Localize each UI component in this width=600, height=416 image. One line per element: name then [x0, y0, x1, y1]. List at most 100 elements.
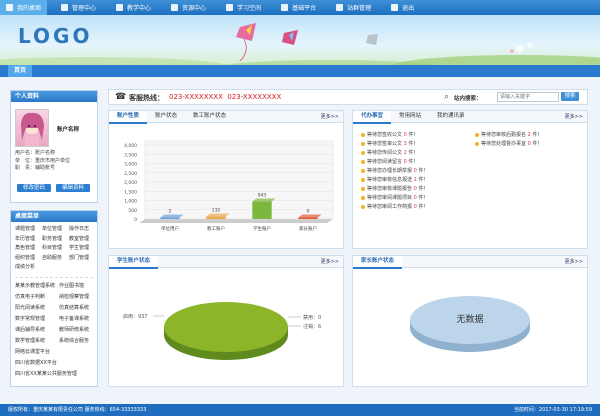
- system-link[interactable]: 课后辅导系统: [15, 325, 59, 336]
- system-list: 某某示教管理系统 作业图书馆 仿真电子判断 纳检观察管理 阳光阅读系统 仿真结算系统 …: [15, 281, 97, 380]
- menu-item[interactable]: 组织管理: [15, 254, 42, 264]
- menu-item[interactable]: 教室管理: [69, 235, 89, 245]
- profile-name: 账户名称: [57, 127, 80, 133]
- menu-item[interactable]: 自助服务: [42, 254, 69, 264]
- profile-title: 个人资料: [11, 91, 97, 102]
- system-link[interactable]: 网络云课堂平台: [15, 347, 97, 358]
- settings-icon: [336, 4, 344, 11]
- todo-item[interactable]: 等待您签审公文 3 件！: [361, 140, 428, 149]
- more-link[interactable]: 更多>>: [321, 113, 339, 120]
- nav-item-study[interactable]: 学习空间: [220, 0, 267, 15]
- system-link[interactable]: 教师研修系统: [59, 325, 89, 336]
- todo-item[interactable]: 等待您审核课题报告 0 件！: [361, 185, 428, 194]
- search-label: 站内搜索：: [454, 96, 482, 102]
- system-link[interactable]: 数字常规管理: [15, 314, 59, 325]
- system-link[interactable]: 某某示教管理系统: [15, 281, 59, 292]
- system-row: 仿真电子判断 纳检观察管理: [15, 292, 97, 303]
- tab-common-sites[interactable]: 常用网站: [391, 111, 429, 122]
- menu-row: 年历管理 职务管理 教室管理: [15, 235, 95, 245]
- y-tick-label: 3,500: [124, 152, 137, 158]
- more-link[interactable]: 更多>>: [565, 258, 583, 265]
- avatar: [15, 109, 49, 147]
- system-link[interactable]: 系统综合服务: [59, 336, 89, 347]
- tab-account-status[interactable]: 账户状态: [147, 111, 185, 122]
- menu-item[interactable]: 职务管理: [42, 235, 69, 245]
- pie-label-cancelled: 注销：6: [303, 323, 321, 330]
- todo-item[interactable]: 等待您审核信息报送 1 件！: [361, 176, 428, 185]
- system-link[interactable]: 四川省数据XX平台: [15, 358, 97, 369]
- menu-item[interactable]: 操作日志: [69, 225, 89, 235]
- menu-item[interactable]: 年历管理: [15, 235, 42, 245]
- footer: 版权所有：重庆某某有限责任公司 服务热线：654-33333333 当前时间：2…: [0, 404, 600, 416]
- x-tick-label: 单位用户: [161, 225, 179, 232]
- menu-item[interactable]: 科目管理: [42, 244, 69, 254]
- system-link[interactable]: 四川省XX某某公共服务管理: [15, 369, 97, 380]
- menu-item[interactable]: 课题管理: [15, 225, 42, 235]
- current-time: 当前时间：2017-03-30 17:19:59: [513, 407, 592, 413]
- nav-item-logout[interactable]: 退出: [385, 0, 420, 15]
- todo-item[interactable]: 等待您传阅公文 2 件！: [361, 149, 428, 158]
- x-tick-label: 家长账户: [299, 225, 317, 232]
- nav-item-management[interactable]: 管理中心: [55, 0, 102, 15]
- system-link[interactable]: 作业图书馆: [59, 281, 84, 292]
- todo-item[interactable]: 等待您办理长期举报 0 件！: [361, 167, 428, 176]
- todo-list-right: 等待您审核后勤报名 2 件！ 等待您处理督办事宜 0 件！: [475, 131, 542, 149]
- menu-title: 桌面菜单: [11, 211, 97, 222]
- menu-row: 角色管理 科目管理 学生管理: [15, 244, 95, 254]
- system-link[interactable]: 仿真结算系统: [59, 303, 89, 314]
- menu-item[interactable]: 成绩分析: [15, 263, 42, 273]
- more-link[interactable]: 更多>>: [321, 258, 339, 265]
- nav-item-sites[interactable]: 站群管理: [330, 0, 377, 15]
- menu-item[interactable]: 角色管理: [15, 244, 42, 254]
- student-tabs: 学生账户状态: [109, 256, 343, 269]
- todo-item[interactable]: 等待您审阅课题项目 0 件！: [361, 194, 428, 203]
- menu-item[interactable]: 部门管理: [69, 254, 89, 264]
- account-bar-chart: 0 500 1,000 1,500 2,000 2,500 3,000 3,500 4,000 2…: [124, 140, 334, 232]
- hotline-numbers: 023-XXXXXXXX 023-XXXXXXXX: [169, 93, 282, 101]
- nav-item-resource[interactable]: 资源中心: [165, 0, 212, 15]
- nav-item-platform[interactable]: 基础平台: [275, 0, 322, 15]
- edit-info-button[interactable]: 编辑资料: [56, 184, 90, 192]
- todo-item[interactable]: 等待您签收公文 0 件！: [361, 131, 428, 140]
- search-input[interactable]: [497, 92, 559, 102]
- todo-item[interactable]: 等待您处理督办事宜 0 件！: [475, 140, 542, 149]
- pie-slice-enabled: [164, 302, 288, 352]
- phone-icon: ☎: [115, 92, 127, 102]
- tab-home[interactable]: 首页: [8, 65, 33, 77]
- student-pie-chart: 启用：937 禁用：0 注销：6: [123, 302, 321, 360]
- edit-password-button[interactable]: 修改密码: [17, 184, 51, 192]
- bell-icon: [361, 168, 365, 173]
- todo-item[interactable]: 等待您审阅工作简报 0 件！: [361, 203, 428, 212]
- system-link[interactable]: 仿真电子判断: [15, 292, 59, 303]
- nav-item-teaching[interactable]: 教学中心: [110, 0, 157, 15]
- todo-tabs: 代办事宜 常用网站 我的通讯录: [353, 111, 587, 124]
- bar-value-label: 943: [258, 193, 267, 199]
- parent-tabs: 家长账户状态: [353, 256, 587, 269]
- system-link[interactable]: 阳光阅读系统: [15, 303, 59, 314]
- y-tick-label: 3,000: [124, 162, 137, 168]
- tab-staff-account-status[interactable]: 数工账户状态: [185, 111, 234, 122]
- menu-divider: [15, 277, 93, 278]
- desktop-menu-panel: 桌面菜单 课题管理 单位管理 操作日志 年历管理 职务管理 教室管理 角色管理 科目管理学…: [10, 210, 98, 387]
- system-link[interactable]: 纳检观察管理: [59, 292, 89, 303]
- account-tabs: 账户性质 账户状态 数工账户状态: [109, 111, 343, 124]
- tab-todo[interactable]: 代办事宜: [353, 111, 392, 124]
- globe-icon: [171, 4, 179, 11]
- menu-item[interactable]: 单位管理: [42, 225, 69, 235]
- bar-top: [252, 198, 276, 202]
- nav-item-desktop[interactable]: 我的桌面: [0, 0, 48, 15]
- menu-item[interactable]: 学生管理: [69, 244, 89, 254]
- system-row: 数字常规管理 电子备课系统: [15, 314, 97, 325]
- search-button[interactable]: 搜索: [561, 92, 579, 101]
- menu-row: 组织管理 自助服务 部门管理: [15, 254, 95, 264]
- hotline-label: 客服热线：: [129, 94, 164, 102]
- system-link[interactable]: 数学管理系统: [15, 336, 59, 347]
- bell-icon: [361, 195, 365, 200]
- profile-role: 职 责：辅助账号: [15, 165, 56, 171]
- logo: LOGO: [18, 24, 93, 48]
- todo-item[interactable]: 等待您阅读留言 0 件！: [361, 158, 428, 167]
- todo-item[interactable]: 等待您审核后勤报名 2 件！: [475, 131, 542, 140]
- system-link[interactable]: 电子备课系统: [59, 314, 89, 325]
- more-link[interactable]: 更多>>: [565, 113, 583, 120]
- tab-address-book[interactable]: 我的通讯录: [429, 111, 473, 122]
